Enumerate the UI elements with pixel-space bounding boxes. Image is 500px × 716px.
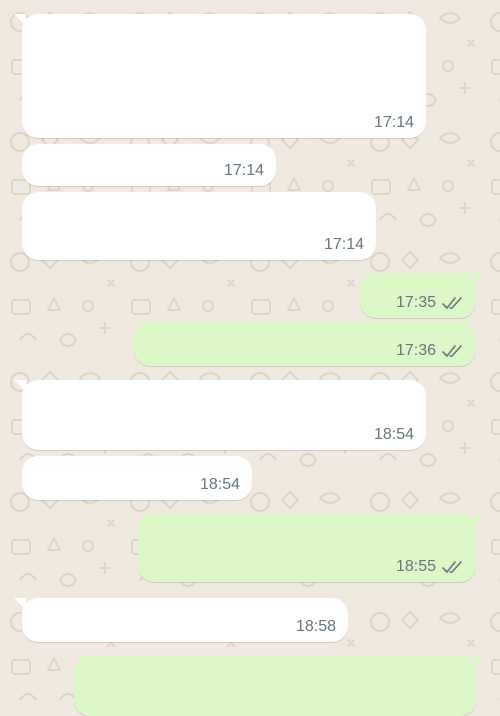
incoming-message-bubble[interactable]: 17:14	[22, 144, 276, 186]
message-time: 17:14	[373, 114, 414, 131]
outgoing-message-bubble[interactable]: 18:55	[138, 514, 484, 582]
double-check-icon	[442, 561, 462, 573]
message-time: 18:54	[199, 476, 240, 493]
message-time: 18:54	[373, 426, 414, 443]
incoming-message-bubble[interactable]: 18:58	[14, 598, 348, 642]
chat-message-list[interactable]: 17:14 17:14 17:14 17:35 17:36 18:54 18:5…	[0, 0, 500, 716]
message-meta: 18:55	[396, 559, 464, 575]
message-meta: 17:14	[224, 163, 264, 179]
outgoing-message-bubble[interactable]: 17:35	[360, 273, 484, 318]
outgoing-message-bubble[interactable]: 17:36	[134, 322, 476, 366]
incoming-message-bubble[interactable]: 17:14	[14, 14, 426, 138]
message-time: 17:35	[395, 294, 436, 311]
incoming-message-bubble[interactable]: 18:54	[14, 380, 426, 450]
message-meta: 18:58	[296, 619, 336, 635]
incoming-message-bubble[interactable]: 17:14	[22, 192, 376, 260]
incoming-message-bubble[interactable]: 18:54	[22, 456, 252, 500]
double-check-icon	[442, 345, 462, 357]
message-time: 18:58	[295, 618, 336, 635]
double-check-icon	[442, 297, 462, 309]
message-time: 17:36	[395, 342, 436, 359]
message-meta: 17:14	[374, 115, 414, 131]
outgoing-message-bubble[interactable]	[74, 656, 484, 716]
message-time: 17:14	[323, 236, 364, 253]
message-meta: 17:36	[396, 343, 464, 359]
message-time: 18:55	[395, 558, 436, 575]
message-meta: 18:54	[200, 477, 240, 493]
message-meta: 17:14	[324, 237, 364, 253]
message-meta: 17:35	[396, 295, 464, 311]
message-time: 17:14	[223, 162, 264, 179]
message-meta: 18:54	[374, 427, 414, 443]
